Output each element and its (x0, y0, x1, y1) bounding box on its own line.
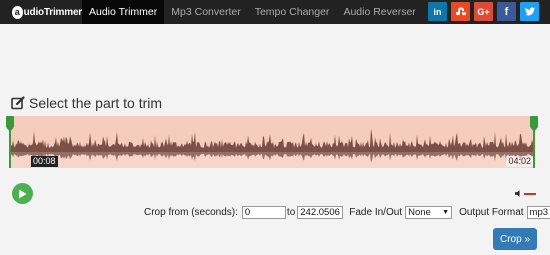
output-format-select[interactable]: mp3 ▼ (526, 206, 550, 219)
google-plus-icon[interactable]: G+ (474, 2, 493, 21)
nav-menu: Audio Trimmer Mp3 Converter Tempo Change… (82, 0, 423, 24)
stumbleupon-icon[interactable] (451, 2, 470, 21)
crop-button[interactable]: Crop » (493, 228, 537, 250)
fade-select[interactable]: None ▼ (405, 206, 453, 219)
crop-from-label: Crop from (seconds): (144, 207, 238, 218)
nav-item-audio-trimmer[interactable]: Audio Trimmer (82, 0, 165, 24)
trim-end-handle[interactable] (530, 116, 538, 168)
crop-to-label: to (286, 207, 296, 218)
crop-from-input[interactable] (241, 206, 286, 219)
facebook-icon[interactable]: f (497, 2, 516, 21)
play-icon (19, 189, 27, 198)
speaker-icon (515, 190, 520, 197)
edit-icon (11, 96, 25, 110)
logo-icon: a (12, 5, 23, 19)
output-format-label: Output Format (459, 207, 524, 218)
time-start-label: 00:08 (31, 156, 58, 167)
logo-text: udioTrimmer (23, 6, 83, 18)
nav-item-audio-reverser[interactable]: Audio Reverser (336, 0, 422, 24)
twitter-bird-glyph (524, 7, 535, 16)
trim-start-handle[interactable] (6, 116, 14, 168)
waveform[interactable] (11, 116, 535, 168)
brand-logo[interactable]: a udioTrimmer (0, 0, 82, 24)
page-title: Select the part to trim (29, 95, 163, 111)
chevron-down-icon: ▼ (442, 209, 450, 216)
play-button[interactable] (12, 183, 33, 204)
nav-item-tempo-changer[interactable]: Tempo Changer (248, 0, 337, 24)
top-navbar: a udioTrimmer Audio Trimmer Mp3 Converte… (0, 0, 550, 24)
fade-selected-value: None (408, 207, 431, 218)
trim-heading: Select the part to trim (11, 95, 162, 111)
volume-slider[interactable] (524, 192, 536, 195)
waveform-reflection (11, 152, 535, 168)
format-selected-value: mp3 (529, 207, 549, 218)
social-buttons: in G+ f (428, 2, 539, 21)
twitter-icon[interactable] (520, 2, 539, 21)
crop-to-input[interactable] (297, 206, 344, 219)
nav-item-mp3-converter[interactable]: Mp3 Converter (164, 0, 247, 24)
fade-label: Fade In/Out (349, 207, 403, 218)
stumbleupon-glyph (455, 7, 466, 16)
volume-control[interactable] (515, 190, 536, 197)
linkedin-icon[interactable]: in (428, 2, 447, 21)
time-end-label: 04:02 (506, 156, 533, 167)
waveform-region[interactable]: 00:08 04:02 (6, 116, 538, 168)
crop-options: Crop from (seconds): to Fade In/Out None… (144, 206, 550, 219)
